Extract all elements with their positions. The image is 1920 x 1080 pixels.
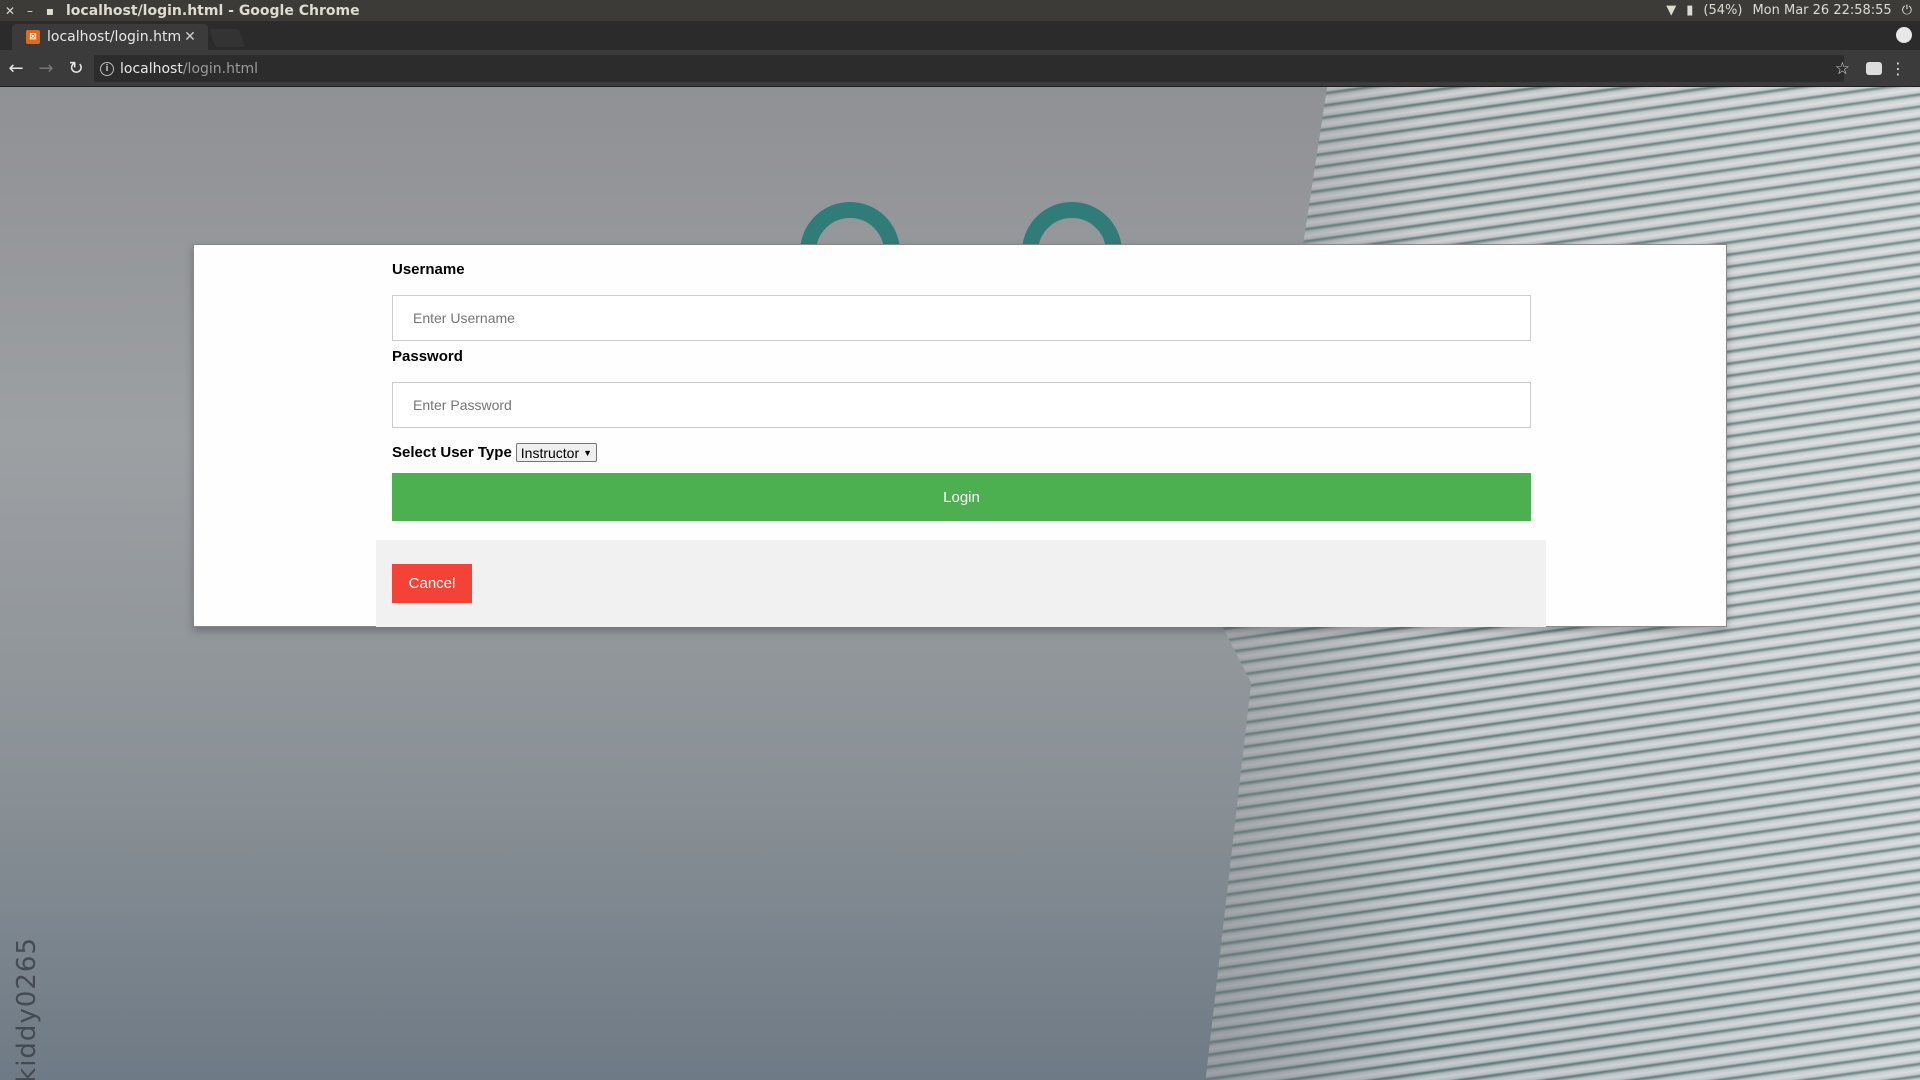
- watermark-text: /kiddy0265: [12, 937, 42, 1080]
- window-title: localhost/login.html - Google Chrome: [66, 2, 360, 19]
- cancel-button[interactable]: Cancel: [392, 564, 472, 603]
- wifi-icon[interactable]: ▼: [1666, 3, 1676, 18]
- battery-percent: (54%): [1703, 3, 1743, 18]
- info-icon[interactable]: i: [100, 61, 114, 76]
- url-host: localhost: [120, 60, 183, 77]
- page-viewport: /kiddy0265 Username Password Select User…: [0, 87, 1920, 1080]
- user-type-row: Select User Type Instructor ▼: [392, 443, 598, 462]
- user-type-value: Instructor: [520, 444, 580, 461]
- url-path: /login.html: [182, 60, 259, 77]
- extension-icon[interactable]: [1866, 62, 1882, 75]
- maximize-window-icon[interactable]: ▪: [40, 0, 60, 21]
- minimize-window-icon[interactable]: –: [20, 0, 40, 21]
- reload-icon[interactable]: ↻: [62, 54, 90, 82]
- system-tray: ▼ ▮ (54%) Mon Mar 26 22:58:55 ⏻: [1666, 0, 1912, 21]
- user-type-select[interactable]: Instructor ▼: [515, 443, 598, 462]
- login-modal: Username Password Select User Type Instr…: [193, 244, 1727, 627]
- username-input[interactable]: [392, 295, 1531, 341]
- browser-tab[interactable]: ⊠ localhost/login.htm ✕: [12, 24, 208, 50]
- dropdown-arrow-icon: ▼: [583, 447, 593, 458]
- browser-toolbar: ← → ↻ i localhost/login.html ☆ ⋮: [0, 50, 1920, 87]
- battery-icon[interactable]: ▮: [1686, 3, 1693, 18]
- username-label: Username: [392, 261, 465, 278]
- login-button[interactable]: Login: [392, 473, 1531, 521]
- user-type-label: Select User Type: [392, 444, 512, 461]
- address-bar[interactable]: i localhost/login.html: [94, 55, 1844, 82]
- password-label: Password: [392, 348, 463, 365]
- chrome-menu-icon[interactable]: ⋮: [1890, 59, 1906, 78]
- modal-footer: Cancel: [376, 540, 1546, 627]
- new-tab-button[interactable]: [208, 29, 246, 47]
- profile-icon[interactable]: [1896, 27, 1912, 43]
- os-top-bar: ✕ – ▪ localhost/login.html - Google Chro…: [0, 0, 1920, 21]
- tab-title: localhost/login.htm: [47, 29, 182, 45]
- password-input[interactable]: [392, 382, 1531, 428]
- clock[interactable]: Mon Mar 26 22:58:55: [1752, 3, 1891, 18]
- forward-icon[interactable]: →: [32, 54, 60, 82]
- bookmark-star-icon[interactable]: ☆: [1835, 59, 1850, 79]
- power-icon[interactable]: ⏻: [1902, 3, 1912, 18]
- favicon-icon: ⊠: [26, 30, 40, 44]
- close-window-icon[interactable]: ✕: [0, 0, 20, 21]
- tab-close-icon[interactable]: ✕: [182, 29, 198, 45]
- tab-strip: ⊠ localhost/login.htm ✕: [0, 21, 1920, 50]
- back-icon[interactable]: ←: [2, 54, 30, 82]
